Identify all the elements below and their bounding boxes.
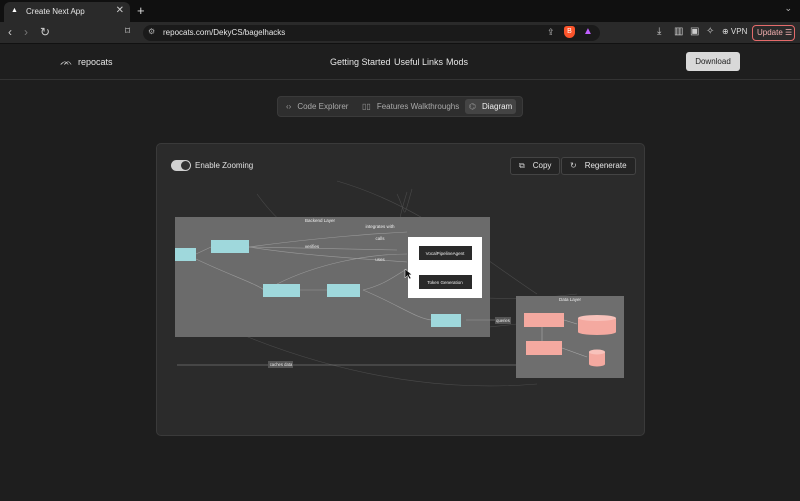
sidebar-icon[interactable]: ▥	[674, 26, 683, 37]
data-layer-title: Data Layer	[559, 297, 582, 302]
edge-label: integrates with	[365, 224, 395, 229]
edge-label: queries	[496, 318, 510, 323]
page-header: ᨏ repocats Getting Started Useful Links …	[0, 44, 800, 80]
data-node[interactable]	[524, 313, 564, 327]
nav-getting-started[interactable]: Getting Started	[330, 57, 391, 67]
architecture-diagram[interactable]: Backend Layer VocalPipelineAgent Token G…	[157, 144, 645, 436]
wallet-icon[interactable]: ▣	[690, 26, 699, 37]
tab-title: Create Next App	[26, 7, 85, 16]
backend-layer-title: Backend Layer	[305, 218, 336, 223]
regenerate-button[interactable]: ↻ Regenerate	[561, 157, 636, 175]
zoom-toggle[interactable]	[171, 160, 191, 171]
diagram-icon: ⌬	[469, 102, 476, 111]
download-button[interactable]: Download	[686, 52, 740, 71]
diagram-card: Backend Layer VocalPipelineAgent Token G…	[156, 143, 645, 436]
view-tabs: ‹› Code Explorer ▯▯ Features Walkthroughs …	[277, 96, 523, 117]
diagram-node[interactable]	[263, 284, 300, 297]
new-tab-button[interactable]: +	[137, 3, 145, 18]
vpn-button[interactable]: ⊕ VPN	[722, 27, 747, 36]
reload-button[interactable]: ↻	[40, 25, 50, 39]
browser-tab[interactable]: ▲ Create Next App ✕	[4, 2, 130, 22]
zoom-toggle-label: Enable Zooming	[195, 161, 254, 170]
database-icon[interactable]	[578, 315, 616, 335]
agent-node-label: Token Generation	[427, 280, 463, 285]
toggle-knob	[181, 161, 190, 170]
sparkle-icon[interactable]: ✧	[706, 26, 714, 37]
code-icon: ‹›	[286, 102, 292, 111]
url-text: repocats.com/DekyCS/bagelhacks	[163, 28, 286, 37]
back-button[interactable]: ‹	[8, 25, 12, 39]
download-icon[interactable]: ⤓	[657, 26, 661, 37]
share-icon[interactable]: ⇪	[547, 27, 555, 38]
tab-label: Diagram	[481, 102, 513, 111]
edge-label: verifies	[305, 244, 320, 249]
edge-label: uses	[375, 257, 385, 262]
chevron-down-icon[interactable]: ⌄	[784, 3, 792, 14]
tab-label: Code Explorer	[297, 102, 349, 111]
nav-mods[interactable]: Mods	[446, 57, 468, 67]
tab-features-walkthroughs[interactable]: ▯▯ Features Walkthroughs	[358, 99, 463, 114]
cache-database-icon[interactable]	[589, 349, 605, 367]
url-field[interactable]: ⚙ repocats.com/DekyCS/bagelhacks ⇪ B ▲	[143, 25, 600, 41]
tab-label: Features Walkthroughs	[376, 102, 460, 111]
browser-tab-bar: ▲ Create Next App ✕ + ⌄	[0, 0, 800, 22]
edge-label: calls	[375, 236, 385, 241]
refresh-icon: ↻	[570, 161, 577, 170]
copy-label: Copy	[532, 161, 552, 170]
diagram-node[interactable]	[211, 240, 249, 253]
bookmark-icon[interactable]: ⌑	[125, 26, 130, 37]
regenerate-label: Regenerate	[584, 161, 627, 170]
tab-code-explorer[interactable]: ‹› Code Explorer	[282, 99, 352, 114]
address-toolbar: ‹ › ↻ ⌑ ⚙ repocats.com/DekyCS/bagelhacks…	[0, 22, 800, 44]
triangle-icon: ▲	[11, 7, 18, 14]
update-button[interactable]: Update ☰	[752, 25, 795, 41]
book-icon: ▯▯	[362, 102, 371, 111]
cat-logo-icon[interactable]: ᨏ	[60, 57, 72, 68]
copy-icon: ⧉	[519, 161, 525, 170]
data-layer	[516, 296, 624, 378]
forward-button[interactable]: ›	[24, 25, 28, 39]
rewards-icon[interactable]: ▲	[583, 26, 593, 37]
data-node[interactable]	[526, 341, 562, 355]
diagram-node[interactable]	[175, 248, 196, 261]
close-icon[interactable]: ✕	[116, 5, 124, 16]
logo-text[interactable]: repocats	[78, 57, 113, 67]
nav-useful-links[interactable]: Useful Links	[394, 57, 443, 67]
agent-node-label: VocalPipelineAgent	[426, 251, 466, 256]
site-settings-icon[interactable]: ⚙	[148, 27, 155, 36]
diagram-node[interactable]	[431, 314, 461, 327]
tab-diagram[interactable]: ⌬ Diagram	[465, 99, 517, 114]
edge-label: caches data	[270, 362, 293, 367]
copy-button[interactable]: ⧉ Copy	[510, 157, 561, 175]
diagram-node[interactable]	[327, 284, 360, 297]
brave-shield-icon[interactable]: B	[564, 26, 575, 38]
